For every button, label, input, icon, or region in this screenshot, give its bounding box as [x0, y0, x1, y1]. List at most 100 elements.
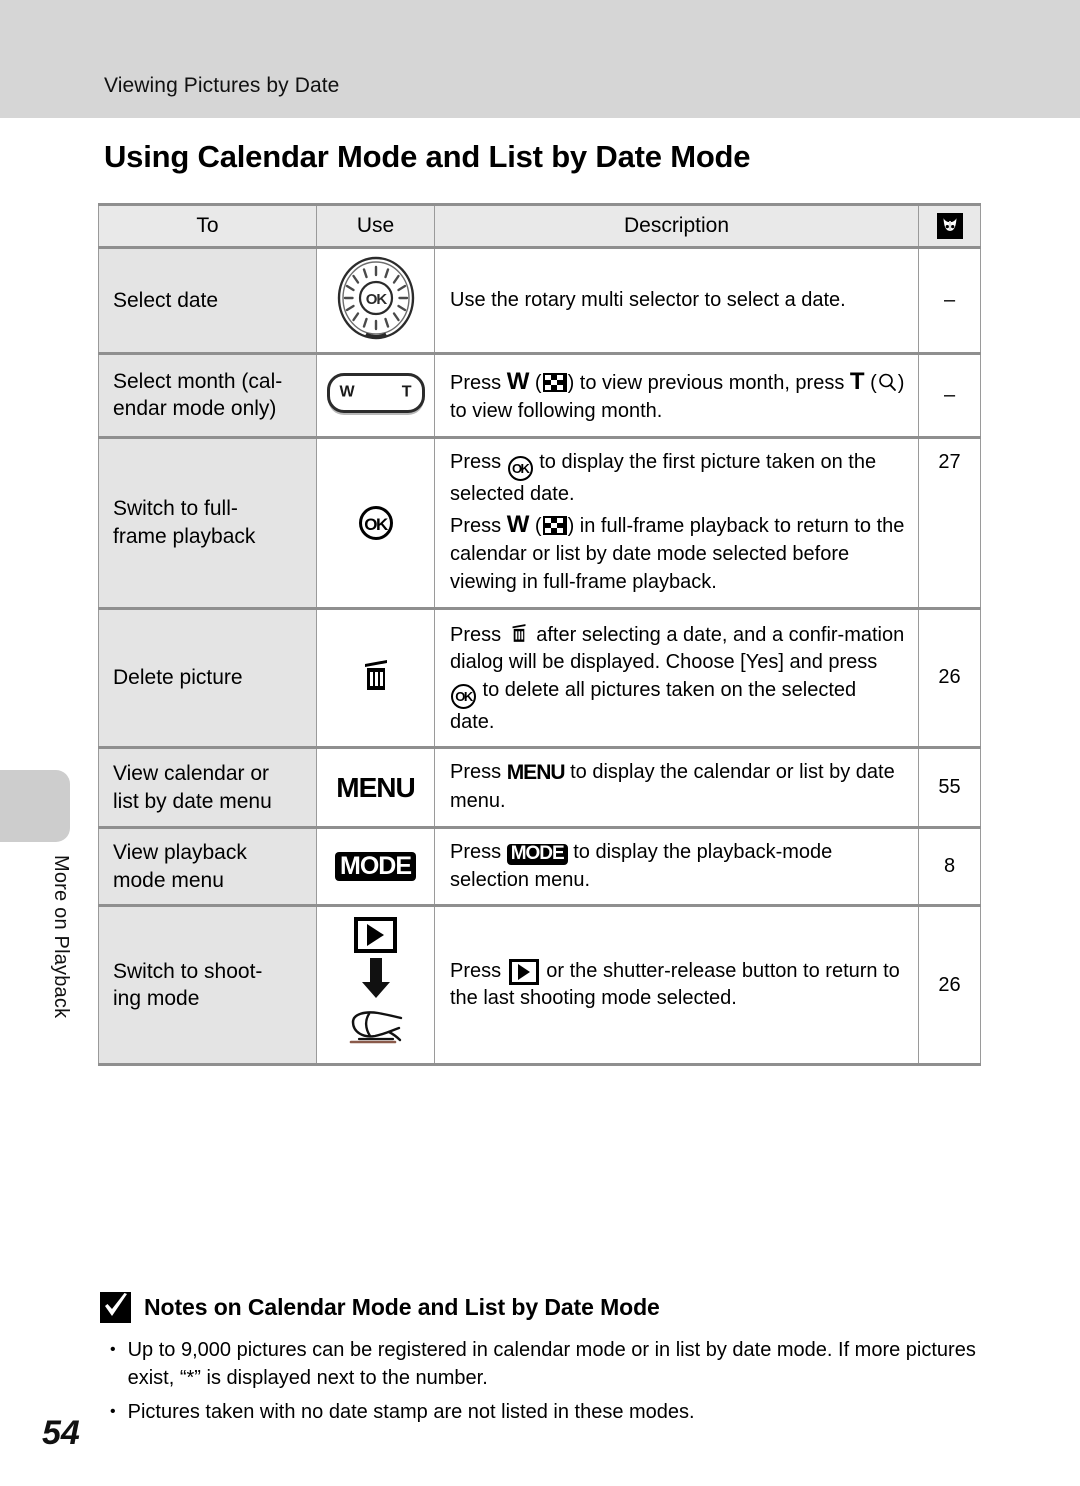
- row-label-line1: View calendar or: [113, 761, 270, 785]
- ok-button-icon: OK: [507, 455, 533, 481]
- wide-letter: W: [506, 368, 530, 395]
- trash-can-icon: [359, 655, 393, 695]
- ok-button-icon: OK: [358, 505, 393, 540]
- row-label-delete-picture: Delete picture: [98, 606, 317, 750]
- use-cell-playback-to-shooting: [316, 904, 435, 1067]
- bullet-icon: •: [110, 1403, 116, 1421]
- column-header-use: Use: [316, 203, 435, 249]
- row-label-line2: list by date menu: [113, 789, 272, 813]
- bullet-icon: •: [110, 1341, 116, 1358]
- reference-page-select-date: –: [918, 246, 981, 355]
- play-triangle-icon: [517, 963, 530, 980]
- reference-page-select-month: –: [918, 352, 981, 439]
- row-label-select-month: Select month (cal- endar mode only): [98, 352, 317, 439]
- desc-part: (: [529, 372, 542, 394]
- camera-on-tripod-icon: [345, 1008, 407, 1053]
- page-title: Using Calendar Mode and List by Date Mod…: [104, 139, 751, 174]
- row-label-line2: frame playback: [113, 524, 256, 548]
- notes-heading: Notes on Calendar Mode and List by Date …: [100, 1292, 1000, 1323]
- column-header-to: To: [98, 203, 317, 249]
- description-view-playback-mode-menu: Press MODE to display the playback-mode …: [434, 825, 919, 908]
- notes-title: Notes on Calendar Mode and List by Date …: [144, 1294, 660, 1320]
- description-switch-shooting-mode: Press or the shutter-release button to r…: [434, 904, 919, 1067]
- running-head-text: Viewing Pictures by Date: [104, 74, 340, 97]
- playback-button-icon: [354, 917, 397, 954]
- down-arrow-icon: [359, 956, 393, 1005]
- use-cell-menu-button: MENU: [316, 746, 435, 829]
- description-text: Use the rotary multi selector to select …: [450, 288, 846, 311]
- reference-page-delete-picture: 26: [918, 606, 981, 750]
- use-cell-trash-button: [316, 606, 435, 750]
- use-cell-rotary-dial: OK: [316, 246, 435, 355]
- ok-button-icon: OK: [451, 683, 476, 709]
- magnifier-svg: [878, 373, 896, 391]
- use-cell-mode-button: MODE: [316, 825, 435, 908]
- play-triangle-icon: [367, 924, 384, 947]
- thumbnail-grid-icon: [542, 516, 567, 536]
- use-cell-zoom-button: W T: [316, 352, 435, 439]
- description-select-month: Press W ( ) to view previous month, press…: [434, 352, 919, 439]
- side-tab-label: More on Playback: [50, 855, 72, 1019]
- row-label-line1: Select month (cal-: [113, 369, 283, 393]
- row-label-view-calendar-menu: View calendar or list by date menu: [98, 746, 317, 829]
- desc-part: Press: [450, 841, 507, 864]
- table-row: View calendar or list by date menu MENU …: [98, 746, 981, 829]
- table-row: Select date OK Use the rotary multi sele…: [98, 246, 981, 355]
- row-label-view-playback-mode-menu: View playback mode menu: [98, 825, 317, 908]
- description-select-date: Use the rotary multi selector to select …: [434, 246, 919, 355]
- reference-page-view-calendar-menu: 55: [918, 746, 981, 829]
- description-view-calendar-menu: Press MENU to display the calendar or li…: [434, 746, 919, 829]
- camera-sketch-svg: [349, 1011, 402, 1044]
- thumbnail-grid-icon: [542, 373, 567, 392]
- desc-part: Press: [450, 959, 507, 982]
- side-tab-marker: [0, 770, 70, 842]
- book-reference-icon: [936, 212, 963, 239]
- book-reference-icon-svg: [943, 217, 956, 231]
- desc-part: Press: [450, 372, 507, 394]
- column-header-description: Description: [434, 203, 919, 249]
- table-header-row: To Use Description: [98, 203, 981, 249]
- row-label-line1: Switch to shoot-: [113, 959, 263, 983]
- row-label-line2: ing mode: [113, 987, 200, 1011]
- list-item: • Pictures taken with no date stamp are …: [100, 1399, 1000, 1427]
- row-label-switch-shooting-mode: Switch to shoot- ing mode: [98, 904, 317, 1067]
- desc-part: Press: [450, 761, 507, 784]
- table-row: Delete picture Press after selecting a d…: [98, 606, 981, 750]
- zoom-w-t-button-icon: W T: [326, 372, 425, 413]
- row-label-line2: mode menu: [113, 868, 224, 892]
- desc-part: Press: [450, 623, 507, 646]
- playback-button-icon: [508, 958, 539, 985]
- reference-page-view-playback-mode-menu: 8: [918, 825, 981, 908]
- row-label-line1: Switch to full-: [113, 496, 238, 520]
- wide-letter: W: [506, 511, 530, 539]
- playback-to-shooting-mode-icon: [319, 913, 432, 1057]
- table-row: View playback mode menu MODE Press MODE …: [98, 825, 981, 908]
- check-mark-icon: [100, 1292, 131, 1323]
- menu-button-icon: MENU: [506, 761, 566, 785]
- down-arrow-svg: [361, 958, 390, 999]
- magnifier-icon: [877, 372, 898, 393]
- menu-button-icon: MENU: [336, 771, 415, 803]
- desc-part: Press: [450, 515, 507, 538]
- use-cell-ok-button: OK: [316, 435, 435, 610]
- list-item: • Up to 9,000 pictures can be registered…: [100, 1337, 1000, 1392]
- notes-section: Notes on Calendar Mode and List by Date …: [100, 1292, 1000, 1434]
- row-label-line1: View playback: [113, 840, 247, 864]
- note-text: Pictures taken with no date stamp are no…: [127, 1401, 695, 1424]
- reference-page-switch-shooting-mode: 26: [918, 904, 981, 1067]
- desc-part: to delete all pictures taken on the sele…: [450, 678, 857, 733]
- table-row: Switch to shoot- ing mode Press or the s…: [98, 904, 981, 1067]
- description-switch-full-frame: Press OK to display the first picture ta…: [434, 435, 919, 610]
- mode-button-icon: MODE: [335, 852, 416, 882]
- trash-can-svg: [364, 660, 387, 691]
- column-header-reference: [918, 203, 981, 249]
- desc-part: (: [864, 372, 877, 394]
- trash-can-icon: [509, 620, 529, 646]
- check-mark-svg: [105, 1293, 127, 1316]
- desc-part: (: [529, 515, 542, 538]
- svg-text:OK: OK: [365, 291, 387, 308]
- rotary-dial-svg: OK: [337, 256, 414, 340]
- row-label-line2: endar mode only): [113, 397, 277, 421]
- row-label-select-date: Select date: [98, 246, 317, 355]
- desc-part: ) to view previous month, press: [567, 372, 850, 394]
